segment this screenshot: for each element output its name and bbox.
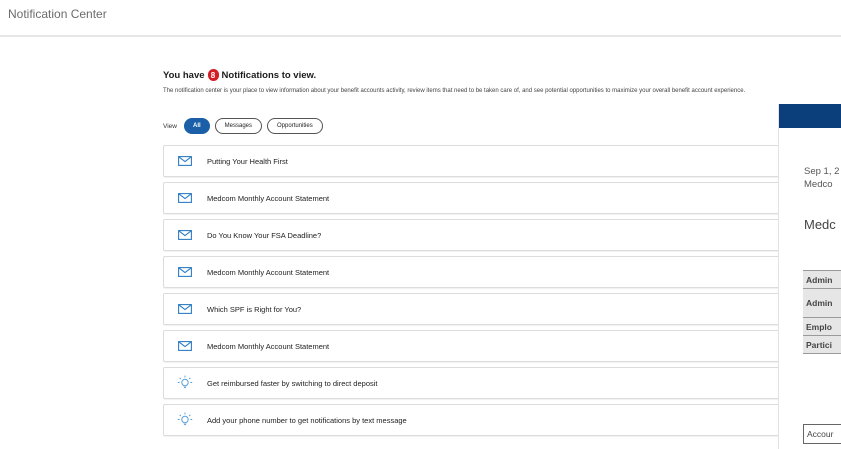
filter-all-button[interactable]: All [183,118,210,134]
filter-opportunities-button[interactable]: Opportunities [267,118,323,134]
envelope-icon [177,339,193,353]
envelope-icon [177,228,193,242]
detail-title: Medc [804,217,836,232]
notification-label: Medcom Monthly Account Statement [207,267,330,277]
detail-date: Sep 1, 2 [804,166,840,177]
notification-item[interactable]: Putting Your Health First [163,145,803,177]
notification-label: Medcom Monthly Account Statement [207,193,330,203]
notification-count-badge: 8 [207,69,219,81]
detail-account-box: Accour [803,424,841,444]
detail-table-row: Admin [803,289,841,318]
notification-label: Do You Know Your FSA Deadline? [207,230,322,240]
detail-table-row: Partici [803,336,841,354]
notification-item[interactable]: Medcom Monthly Account Statement [163,330,803,362]
notification-item[interactable]: Add your phone number to get notificatio… [163,404,803,436]
notification-item[interactable]: Medcom Monthly Account Statement [163,182,803,214]
notification-item[interactable]: Which SPF is Right for You? [163,293,803,325]
envelope-icon [177,302,193,316]
view-label: View [163,122,177,130]
envelope-icon [177,265,193,279]
notification-label: Medcom Monthly Account Statement [207,341,330,351]
envelope-icon [177,191,193,205]
notification-label: Add your phone number to get notificatio… [207,415,407,425]
notification-item[interactable]: Get reimbursed faster by switching to di… [163,367,803,399]
lightbulb-icon [177,412,193,427]
filter-messages-button[interactable]: Messages [214,118,263,134]
notification-item[interactable]: Do You Know Your FSA Deadline? [163,219,803,251]
detail-sender: Medco [804,179,833,190]
notification-item[interactable]: Medcom Monthly Account Statement [163,256,803,288]
view-filter-bar: View All Messages Opportunities [163,118,323,134]
detail-panel-header-bar [779,104,841,128]
heading-prefix: You have [163,69,205,81]
notification-label: Putting Your Health First [207,156,288,166]
detail-table-row: Emplo [803,318,841,336]
heading-suffix: Notifications to view. [221,69,317,81]
detail-table-row: Admin [803,271,841,289]
notification-label: Get reimbursed faster by switching to di… [207,378,378,388]
detail-table: Admin Admin Emplo Partici [803,270,841,354]
notification-center-description: The notification center is your place to… [163,88,746,94]
page-header: Notification Center [0,0,841,37]
notification-detail-panel: Sep 1, 2 Medco Medc Admin Admin Emplo Pa… [778,104,841,449]
lightbulb-icon [177,375,193,390]
notifications-heading: You have 8 Notifications to view. [163,69,316,81]
notification-label: Which SPF is Right for You? [207,304,302,314]
page-title: Notification Center [8,7,107,21]
envelope-icon [177,154,193,168]
notification-list: Putting Your Health First Medcom Monthly… [163,145,803,441]
